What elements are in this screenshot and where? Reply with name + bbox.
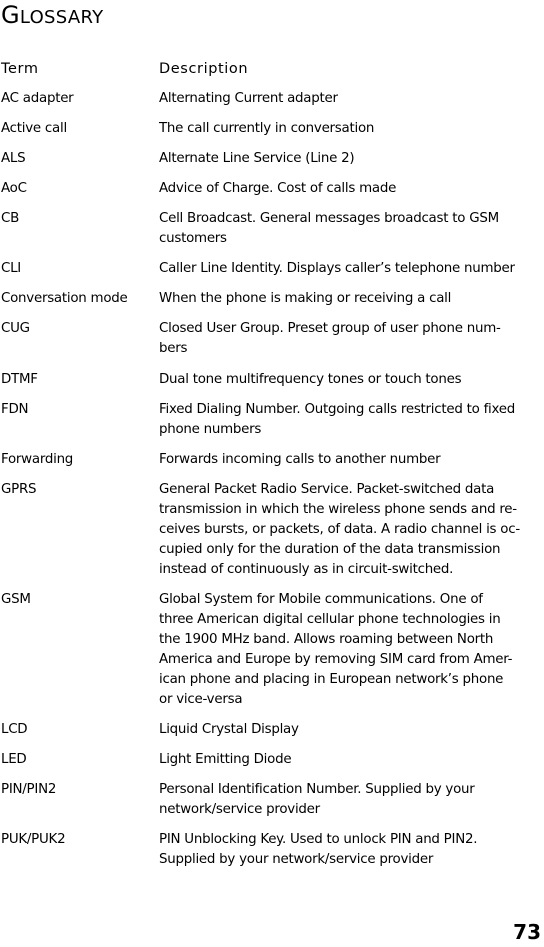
glossary-term: Conversation mode	[1, 291, 128, 306]
glossary-term: LED	[1, 752, 27, 767]
glossary-description: Personal Identification Number. Supplied…	[159, 782, 475, 817]
description-column-header: Description	[159, 61, 249, 77]
glossary-description: When the phone is making or receiving a …	[159, 291, 452, 306]
term-column-header: Term	[1, 61, 39, 77]
glossary-term: CLI	[1, 261, 22, 276]
glossary-term: DTMF	[1, 372, 38, 387]
glossary-description: Forwards incoming calls to another numbe…	[159, 452, 441, 467]
glossary-description: Caller Line Identity. Displays caller’s …	[159, 261, 515, 276]
glossary-description: Global System for Mobile communications.…	[159, 592, 513, 707]
glossary-description: General Packet Radio Service. Packet-swi…	[159, 482, 520, 577]
glossary-description: Cell Broadcast. General messages broadca…	[159, 211, 499, 246]
glossary-term: AC adapter	[1, 91, 74, 106]
glossary-term: Forwarding	[1, 452, 74, 467]
glossary-term: PUK/PUK2	[1, 832, 66, 847]
glossary-description: Fixed Dialing Number. Outgoing calls res…	[159, 402, 516, 437]
glossary-description: Alternate Line Service (Line 2)	[159, 151, 355, 166]
glossary-header-row: Term Description	[0, 59, 544, 85]
glossary-description: Dual tone multifrequency tones or touch …	[159, 372, 462, 387]
glossary-description: Liquid Crystal Display	[159, 722, 299, 737]
glossary-term: CUG	[1, 321, 30, 336]
page-title: Glossary	[1, 0, 103, 30]
glossary-description: Light Emitting Diode	[159, 752, 292, 767]
glossary-description: Alternating Current adapter	[159, 91, 338, 106]
glossary-term: GSM	[1, 592, 31, 607]
glossary-description: Closed User Group. Preset group of user …	[159, 321, 501, 356]
page-title-rest: lossary	[19, 0, 104, 30]
page-number: 73	[513, 920, 541, 944]
glossary-description: Advice of Charge. Cost of calls made	[159, 181, 397, 196]
page-title-initial: G	[1, 1, 20, 29]
glossary-description: The call currently in conversation	[159, 121, 375, 136]
glossary-description: PIN Unblocking Key. Used to unlock PIN a…	[159, 832, 478, 867]
glossary-term: Active call	[1, 121, 67, 136]
glossary-term: ALS	[1, 151, 26, 166]
glossary-term: LCD	[1, 722, 28, 737]
glossary-term: GPRS	[1, 482, 37, 497]
glossary-table: Term Description AC adapter Alternating …	[0, 59, 544, 867]
glossary-term: CB	[1, 211, 20, 226]
glossary-term: FDN	[1, 402, 29, 417]
glossary-term: PIN/PIN2	[1, 782, 57, 797]
glossary-term: AoC	[1, 181, 27, 196]
